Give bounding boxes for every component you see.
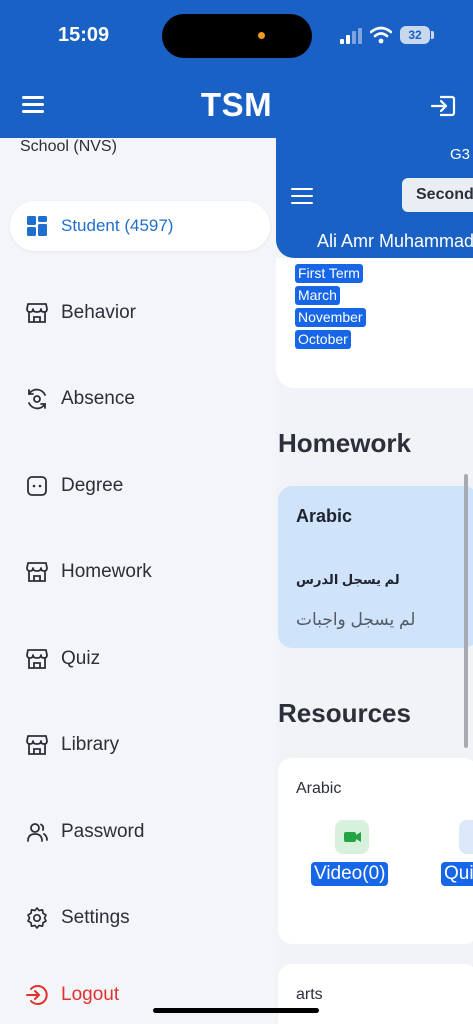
resource-card: arts [278, 964, 473, 1024]
drawer-item-library[interactable]: Library [10, 720, 270, 770]
term-tag[interactable]: October [295, 330, 351, 349]
dynamic-island [162, 14, 312, 58]
logout-icon [26, 985, 48, 1005]
exit-icon[interactable] [430, 94, 456, 118]
drawer-item-label: Absence [61, 388, 135, 409]
drawer-item-settings[interactable]: Settings [10, 893, 270, 943]
term-select[interactable]: Second [402, 178, 473, 212]
users-icon [27, 823, 48, 842]
refresh-eye-icon [28, 388, 46, 410]
gear-icon [27, 907, 47, 929]
resource-subject: Arabic [296, 780, 342, 797]
drawer-item-label: Library [61, 734, 120, 755]
status-time: 15:09 [58, 24, 110, 46]
drawer-item-label: Student (4597) [61, 216, 174, 235]
inner-menu-icon[interactable] [291, 188, 313, 205]
resources-heading: Resources [278, 698, 411, 728]
homework-card[interactable]: Arabic لم يسجل الدرس لم يسجل واجبات [278, 486, 473, 648]
homework-assignment-status: لم يسجل واجبات [296, 610, 416, 629]
homework-subject: Arabic [296, 506, 353, 526]
store-icon [26, 303, 48, 323]
scrollbar[interactable] [464, 474, 468, 748]
app-title: TSM [200, 86, 273, 123]
term-tag[interactable]: First Term [295, 264, 363, 283]
term-tag[interactable]: March [295, 286, 340, 305]
store-icon [26, 649, 48, 669]
quiz-icon[interactable] [459, 820, 473, 854]
navigation-drawer: School (NVS) Student (4597) Behavior Abs… [0, 138, 276, 1024]
resource-card: Arabic Video(0) Quiz [278, 758, 473, 944]
quiz-link[interactable]: Quiz [441, 862, 473, 886]
drawer-item-absence[interactable]: Absence [10, 374, 270, 424]
homework-lesson-status: لم يسجل الدرس [296, 572, 400, 587]
video-camera-icon[interactable] [335, 820, 369, 854]
store-icon [26, 562, 48, 582]
battery-indicator: 32 [400, 26, 430, 44]
school-name: School (NVS) [20, 138, 117, 155]
homework-heading: Homework [278, 428, 411, 458]
drawer-item-homework[interactable]: Homework [10, 547, 270, 597]
term-tag[interactable]: November [295, 308, 366, 327]
drawer-item-label: Password [61, 821, 145, 842]
drawer-item-label: Quiz [61, 648, 101, 669]
drawer-item-password[interactable]: Password [10, 807, 270, 857]
wifi-icon [370, 26, 392, 44]
drawer-item-label: Degree [61, 475, 124, 496]
chat-face-icon [27, 476, 47, 496]
student-header: G3 Second Ali Amr Muhammad [276, 138, 473, 258]
video-link[interactable]: Video(0) [311, 862, 389, 886]
store-icon [26, 735, 48, 755]
cellular-signal-icon [340, 28, 362, 44]
student-name: Ali Amr Muhammad [317, 231, 473, 251]
resource-subject: arts [296, 986, 323, 1003]
drawer-item-label: Settings [61, 907, 130, 928]
drawer-item-label: Behavior [61, 302, 136, 323]
drawer-item-label: Homework [61, 561, 152, 582]
drawer-item-label: Logout [61, 984, 120, 1005]
grid-icon [27, 216, 47, 236]
battery-tip [431, 31, 434, 39]
drawer-item-quiz[interactable]: Quiz [10, 634, 270, 684]
grade-label: G3 [450, 146, 471, 163]
drawer-item-behavior[interactable]: Behavior [10, 288, 270, 338]
student-page-background: G3 Second Ali Amr Muhammad First Term Ma… [276, 138, 473, 1024]
home-indicator[interactable] [153, 1008, 319, 1013]
terms-card: First Term March November October [276, 258, 473, 388]
drawer-item-student[interactable]: Student (4597) [10, 201, 270, 251]
drawer-item-degree[interactable]: Degree [10, 461, 270, 511]
recording-indicator-icon [258, 32, 265, 39]
